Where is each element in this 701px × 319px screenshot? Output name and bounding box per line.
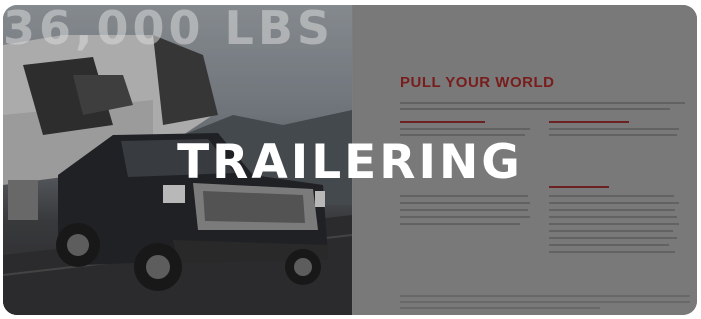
trailering-card[interactable]: 36,000 LBS PULL YOUR WORLD TRAILERING: [3, 5, 697, 315]
category-headline: TRAILERING: [177, 135, 523, 190]
